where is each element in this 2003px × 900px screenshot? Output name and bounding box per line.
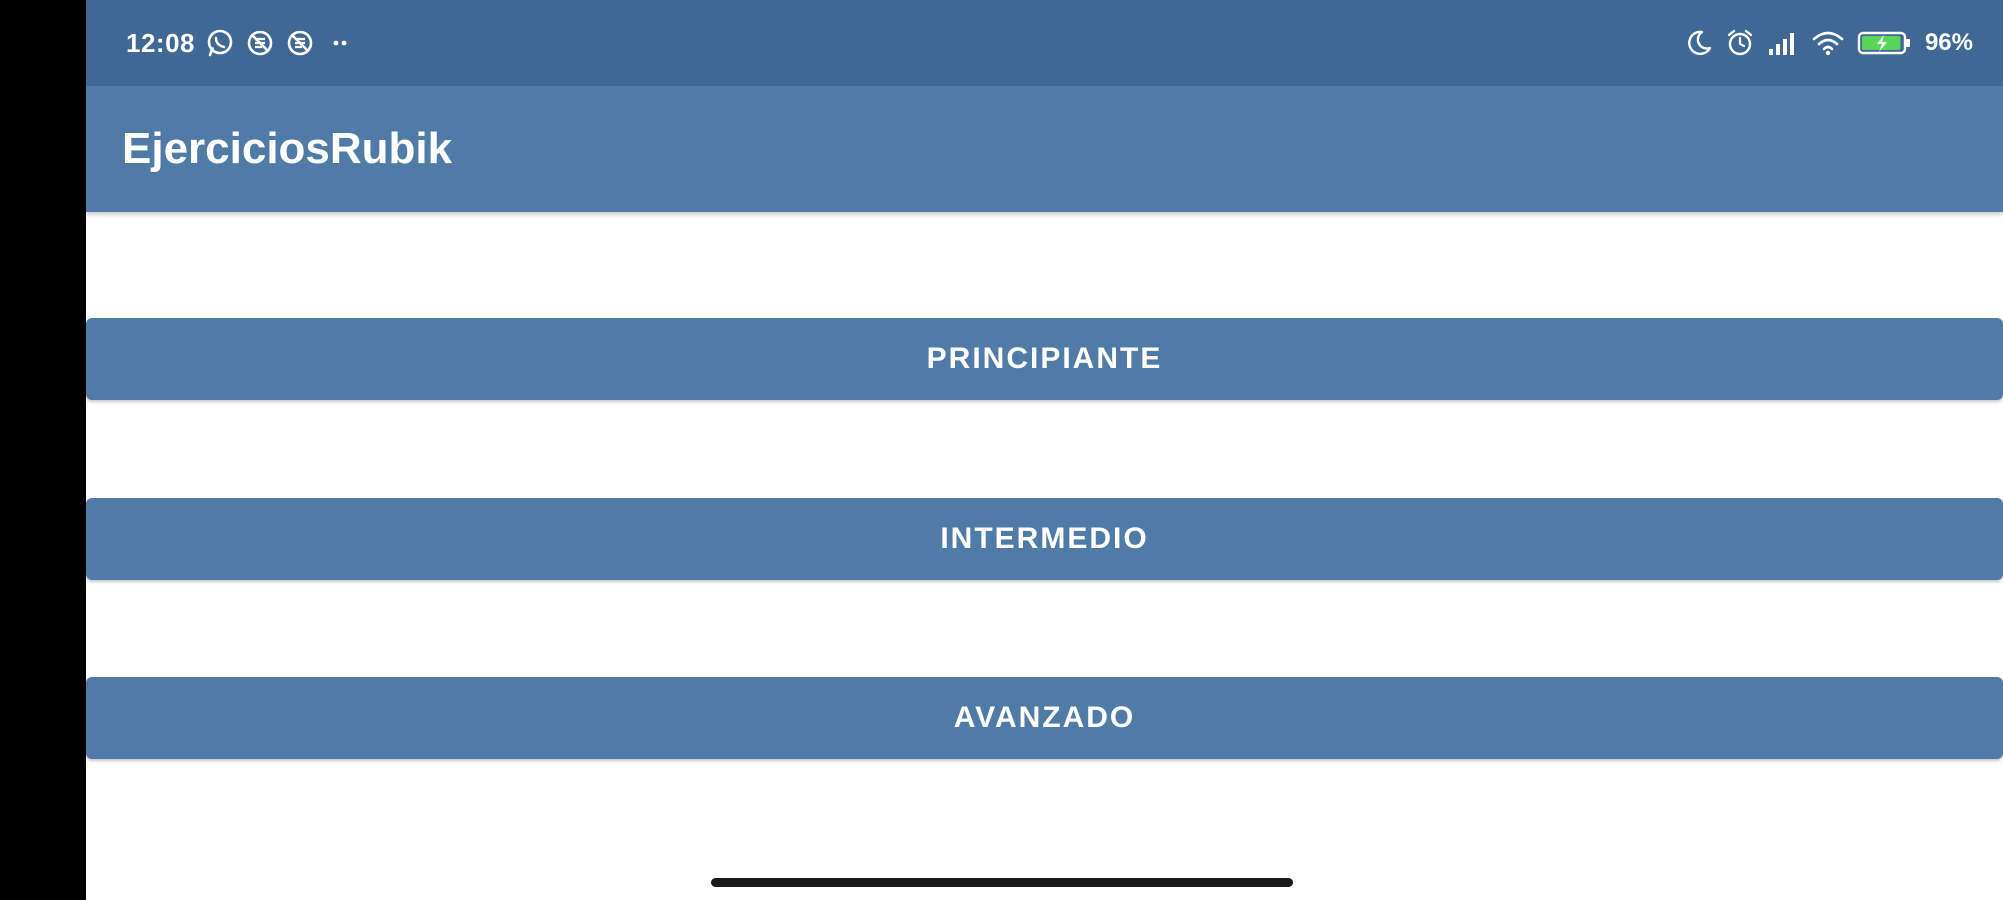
more-dots-icon (325, 28, 355, 58)
whatsapp-icon (205, 28, 235, 58)
app-screen: 12:08 96% EjerciciosRubik PRINCIPIANTE I… (86, 0, 2003, 900)
no-sync-icon (285, 28, 315, 58)
battery-percent: 96% (1924, 29, 1973, 56)
status-bar-left: 12:08 (126, 0, 355, 86)
status-time: 12:08 (126, 27, 195, 58)
status-bar-right: 96% (1685, 0, 1973, 86)
no-sync-icon (245, 28, 275, 58)
status-bar: 12:08 96% (86, 0, 2003, 86)
alarm-icon (1725, 28, 1755, 58)
app-bar: EjerciciosRubik (86, 86, 2003, 212)
battery-charging-icon (1857, 28, 1913, 58)
home-indicator[interactable] (711, 878, 1293, 887)
avanzado-button[interactable]: AVANZADO (86, 677, 2003, 759)
principiante-button[interactable]: PRINCIPIANTE (86, 318, 2003, 400)
wifi-icon (1811, 29, 1845, 57)
app-title: EjerciciosRubik (122, 124, 453, 173)
intermedio-button[interactable]: INTERMEDIO (86, 498, 2003, 580)
moon-icon (1685, 29, 1713, 57)
signal-icon (1767, 29, 1799, 57)
